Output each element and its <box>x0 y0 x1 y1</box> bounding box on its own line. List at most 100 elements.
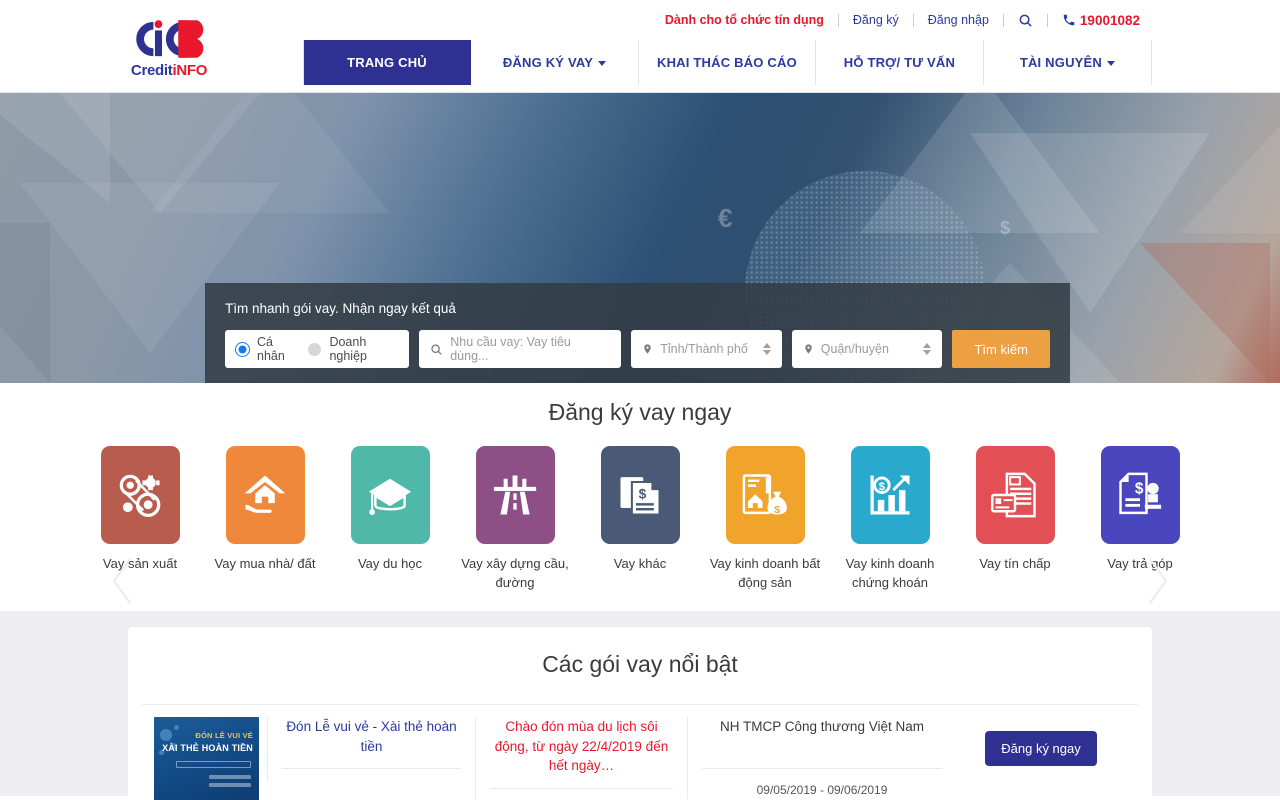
loan-category-securities-business[interactable]: $ Vay kinh doanh chứng khoán <box>834 446 947 593</box>
featured-packages-section: Các gói vay nổi bật ĐÓN LỄ VUI VẺ XÀI TH… <box>0 611 1280 800</box>
loan-category-label: Vay kinh doanh chứng khoán <box>845 556 935 590</box>
loan-category-label: Vay kinh doanh bất động sản <box>709 556 821 590</box>
loan-category-other[interactable]: $ Vay khác <box>584 446 697 574</box>
house-in-hand-icon <box>225 446 305 544</box>
loan-category-study-abroad[interactable]: Vay du học <box>334 446 447 574</box>
package-thumbnail[interactable]: ĐÓN LỄ VUI VẺ XÀI THẺ HOÀN TIỀN <box>154 717 259 800</box>
location-pin-icon <box>644 344 651 354</box>
search-row: Cá nhân Doanh nghiệp Nhu cầu vay: Vay ti… <box>225 330 1051 368</box>
svg-text:$: $ <box>879 481 886 493</box>
loan-category-label: Vay mua nhà/ đất <box>214 556 316 571</box>
package-name[interactable]: Đón Lễ vui vẻ - Xài thẻ hoàn tiền <box>282 717 461 770</box>
stepper-arrows-icon[interactable] <box>923 343 932 355</box>
main-navigation: TRANG CHỦ ĐĂNG KÝ VAY KHAI THÁC BÁO CÁO … <box>0 40 1280 93</box>
svg-text:$: $ <box>774 504 780 516</box>
card-document-icon <box>975 446 1055 544</box>
location-pin-icon <box>805 344 812 354</box>
nav-item-report-exploitation-label: KHAI THÁC BÁO CÁO <box>657 55 797 70</box>
loan-category-label: Vay xây dựng cầu, đường <box>461 556 569 590</box>
thumbnail-meta-1 <box>209 775 251 779</box>
top-utility-bar: CreditiNFO Dành cho tổ chức tín dụng Đăn… <box>0 0 1280 80</box>
top-links: Dành cho tổ chức tín dụng Đăng ký Đăng n… <box>651 13 1140 28</box>
package-promo-column: Chào đón mùa du lịch sôi động, từ ngày 2… <box>475 717 687 800</box>
package-name-sub <box>282 769 461 781</box>
decorative-triangle <box>1180 93 1280 233</box>
loan-category-list: Vay sản xuất Vay mua nhà/ đất Vay du học… <box>0 446 1280 593</box>
thumbnail-line-2: XÀI THẺ HOÀN TIỀN <box>162 743 253 753</box>
thumbnail-chip <box>176 761 251 768</box>
documents-dollar-icon: $ <box>600 446 680 544</box>
chevron-left-icon <box>112 558 131 604</box>
province-placeholder: Tỉnh/Thành phố <box>660 342 748 356</box>
dollar-symbol: $ <box>1000 218 1011 238</box>
search-icon[interactable] <box>1004 13 1047 28</box>
bridge-road-icon <box>475 446 555 544</box>
loan-category-label: Vay tín chấp <box>979 556 1051 571</box>
topbar-link-login[interactable]: Đăng nhập <box>914 13 1003 27</box>
package-bank-name: NH TMCP Công thương Việt Nam <box>702 717 942 769</box>
svg-text:$: $ <box>1135 480 1144 497</box>
package-name-column: Đón Lễ vui vẻ - Xài thẻ hoàn tiền <box>267 717 475 782</box>
loan-category-label: Vay du học <box>357 556 423 571</box>
register-now-button[interactable]: Đăng ký ngay <box>985 731 1097 766</box>
loan-category-home-land[interactable]: Vay mua nhà/ đất <box>209 446 322 574</box>
package-period: 09/05/2019 - 09/06/2019 <box>756 783 888 797</box>
province-select[interactable]: Tỉnh/Thành phố <box>631 330 782 368</box>
loan-category-production[interactable]: Vay sản xuất <box>84 446 197 574</box>
chevron-right-icon <box>1149 558 1168 604</box>
featured-packages-card: Các gói vay nổi bật ĐÓN LỄ VUI VẺ XÀI TH… <box>128 627 1152 800</box>
nav-item-support[interactable]: HỖ TRỢ/ TƯ VẤN <box>815 40 984 85</box>
dollar-chart-icon: $ <box>850 446 930 544</box>
nav-item-resources[interactable]: TÀI NGUYÊN <box>983 40 1152 85</box>
loan-section-heading: Đăng ký vay ngay <box>548 399 732 425</box>
loan-category-installment[interactable]: $ Vay trả góp <box>1084 446 1197 574</box>
loan-category-real-estate-business[interactable]: $ Vay kinh doanh bất động sản <box>709 446 822 593</box>
phone-number[interactable]: 19001082 <box>1048 13 1140 28</box>
radio-business[interactable] <box>308 342 322 356</box>
loan-category-unsecured[interactable]: Vay tín chấp <box>959 446 1072 574</box>
chevron-down-icon <box>598 61 607 66</box>
topbar-link-register[interactable]: Đăng ký <box>839 13 913 27</box>
district-placeholder: Quận/huyện <box>820 342 889 356</box>
graduation-cap-icon <box>350 446 430 544</box>
nav-item-home[interactable]: TRANG CHỦ <box>303 40 471 85</box>
package-promo[interactable]: Chào đón mùa du lịch sôi động, từ ngày 2… <box>490 717 673 789</box>
carousel-prev-button[interactable] <box>110 555 136 607</box>
nav-item-home-label: TRANG CHỦ <box>347 55 427 70</box>
district-select[interactable]: Quận/huyện <box>791 330 943 368</box>
nav-item-support-label: HỖ TRỢ/ TƯ VẤN <box>843 55 956 70</box>
phone-icon <box>1063 14 1075 26</box>
house-moneybag-icon: $ <box>725 446 805 544</box>
radio-business-label: Doanh nghiệp <box>329 335 367 363</box>
package-promo-sub: Theo đó khi tham gia CTKM, KH sẽ nhận <box>490 789 673 800</box>
featured-packages-title: Các gói vay nổi bật <box>142 651 1138 705</box>
loan-category-bridge-road[interactable]: Vay xây dựng cầu, đường <box>459 446 572 593</box>
loan-need-input[interactable]: Nhu cầu vay: Vay tiêu dùng... <box>419 330 622 368</box>
thumbnail-meta-2 <box>209 783 251 787</box>
search-panel-title: Tìm nhanh gói vay. Nhận ngay kết quả <box>225 301 456 316</box>
decorative-triangle <box>0 223 50 383</box>
nav-item-resources-label: TÀI NGUYÊN <box>1019 55 1102 70</box>
applicant-type-radio-group[interactable]: Cá nhân Doanh nghiệp <box>225 330 410 368</box>
loan-category-label: Vay khác <box>613 556 667 571</box>
carousel-next-button[interactable] <box>1144 555 1170 607</box>
loan-need-placeholder: Nhu cầu vay: Vay tiêu dùng... <box>450 335 571 363</box>
document-stamp-icon: $ <box>1100 446 1180 544</box>
nav-item-loan-registration[interactable]: ĐĂNG KÝ VAY <box>471 40 639 85</box>
svg-text:$: $ <box>639 485 647 501</box>
search-button[interactable]: Tìm kiếm <box>952 330 1051 368</box>
radio-individual-label: Cá nhân <box>257 335 285 363</box>
thumbnail-line-1: ĐÓN LỄ VUI VẺ <box>195 731 253 740</box>
loan-categories-section: Đăng ký vay ngay Vay sản xuất Vay mua nh… <box>0 383 1280 611</box>
stepper-arrows-icon[interactable] <box>762 343 771 355</box>
radio-individual[interactable] <box>236 342 249 356</box>
gears-belt-icon <box>100 446 180 544</box>
euro-symbol: € <box>718 203 733 233</box>
nav-item-report-exploitation[interactable]: KHAI THÁC BÁO CÁO <box>639 40 816 85</box>
topbar-link-credit-institutions[interactable]: Dành cho tổ chức tín dụng <box>651 13 838 27</box>
table-row: ĐÓN LỄ VUI VẺ XÀI THẺ HOÀN TIỀN Đón Lễ v… <box>128 705 1152 800</box>
phone-number-text: 19001082 <box>1079 12 1140 28</box>
chevron-down-icon <box>1106 61 1115 66</box>
package-bank-column: NH TMCP Công thương Việt Nam 09/05/2019 … <box>687 717 956 799</box>
hero-banner: € € $ $ Tìm nhanh gói vay. Nhận ngay kết… <box>0 93 1280 383</box>
